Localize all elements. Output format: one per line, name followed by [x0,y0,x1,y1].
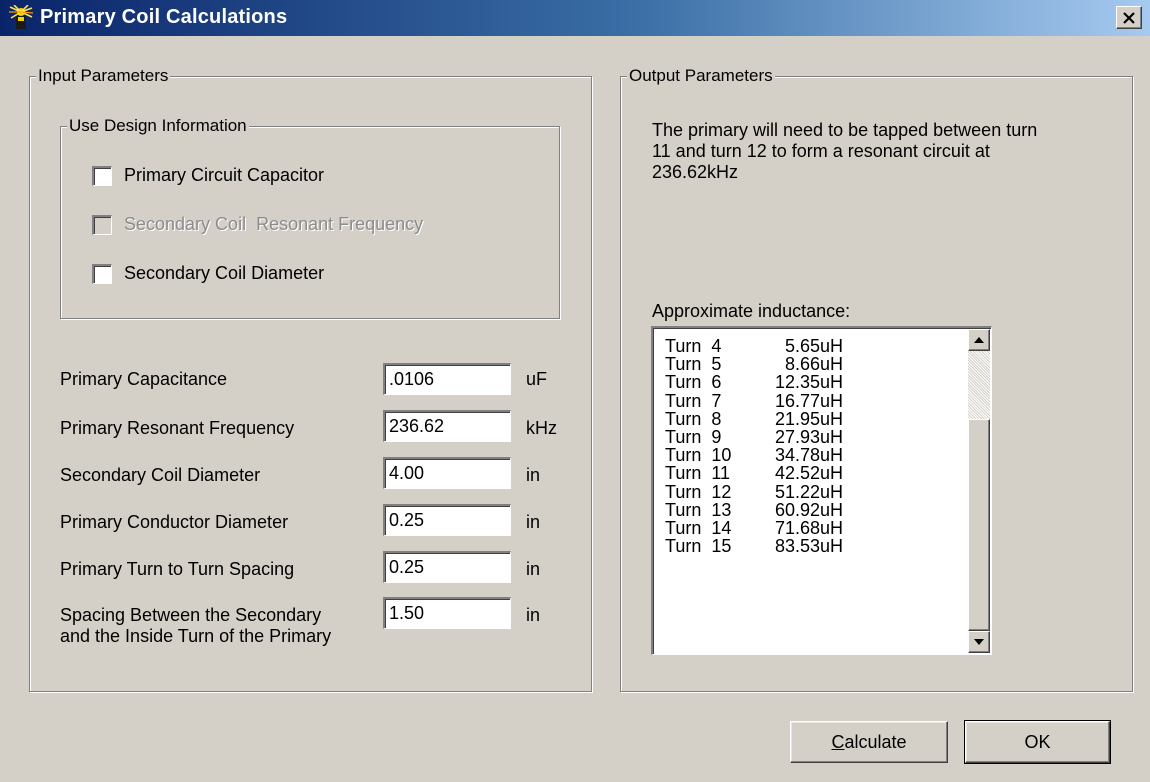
list-item-inductance: 27.93uH [774,426,843,447]
secondary-coil-diameter-label: Secondary Coil Diameter [60,465,261,485]
list-item[interactable]: Turn 4 5.65uH [665,337,843,355]
list-item-turn: Turn 15 [665,536,732,557]
ok-button[interactable]: OK [964,720,1111,764]
list-item-inductance: 34.78uH [774,445,843,466]
list-item[interactable]: Turn 9 27.93uH [665,428,843,446]
ok-label: OK [1024,731,1051,752]
checkbox-label: Secondary Coil Resonant Frequency [124,214,424,234]
primary-conductor-diameter-label: Primary Conductor Diameter [60,512,289,532]
close-button[interactable] [1116,6,1142,29]
scroll-thumb[interactable] [968,419,990,631]
list-item-inductance: 51.22uH [774,481,843,502]
list-item[interactable]: Turn 6 12.35uH [665,373,843,391]
list-item-turn: Turn 6 [665,372,722,393]
scroll-up-arrow-icon [974,337,984,343]
secondary-coil-diameter-input[interactable] [383,457,511,489]
secondary-spacing-label: Spacing Between the Secondary [60,605,322,625]
list-item-turn: Turn 9 [665,426,722,447]
list-item-turn: Turn 13 [665,499,732,520]
list-item-turn: Turn 14 [665,517,732,538]
list-item[interactable]: Turn 10 34.78uH [665,446,843,464]
approximate-inductance-label: Approximate inductance: [652,301,851,321]
list-item-turn: Turn 7 [665,390,722,411]
result-message-line: The primary will need to be tapped betwe… [652,120,1038,140]
list-item-inductance: 5.65uH [784,336,843,356]
list-item-turn: Turn 10 [665,445,732,466]
primary-capacitance-unit: uF [526,369,548,389]
list-item-inductance: 12.35uH [774,372,843,393]
secondary-resonant-frequency-checkbox: Secondary Coil Resonant Frequency [92,214,423,235]
calculate-button[interactable]: Calculate [790,721,948,763]
turn-spacing-input[interactable] [383,551,511,583]
list-item-inductance: 60.92uH [774,499,843,520]
primary-conductor-diameter-unit: in [526,512,541,532]
tesla-coil-app-icon [9,5,34,29]
primary-capacitance-input[interactable] [383,363,511,395]
list-item-inductance: 42.52uH [774,463,843,484]
checkbox-label: Secondary Coil Diameter [124,263,325,283]
output-parameters-title: Output Parameters [627,66,775,86]
primary-conductor-diameter-input[interactable] [383,504,511,536]
list-item[interactable]: Turn 12 51.22uH [665,481,843,502]
list-item[interactable]: Turn 5 8.66uH [665,355,843,373]
turn-spacing-label: Primary Turn to Turn Spacing [60,559,295,579]
inductance-list: Turn 4 5.65uH Turn 5 8.66uH Turn 6 12.35uH Tur… [665,337,843,555]
list-item-turn: Turn 8 [665,408,722,429]
close-icon [1123,11,1135,24]
secondary-spacing-label-line2: and the Inside Turn of the Primary [60,626,332,646]
list-item[interactable]: Turn 13 60.92uH [665,499,843,520]
list-item[interactable]: Turn 15 83.53uH [665,537,843,555]
list-item[interactable]: Turn 11 42.52uH [665,464,843,482]
window-title: Primary Coil Calculations [40,6,288,28]
primary-resonant-frequency-input[interactable] [383,410,511,442]
list-item-inductance: 16.77uH [774,390,843,411]
list-item-inductance: 8.66uH [784,354,843,375]
secondary-spacing-unit: in [526,605,541,625]
calculate-label-rest: alculate [844,731,907,752]
list-item-turn: Turn 11 [665,463,731,484]
list-item-inductance: 71.68uH [774,517,843,538]
secondary-coil-diameter-checkbox[interactable]: Secondary Coil Diameter [92,263,324,284]
secondary-spacing-input[interactable] [383,597,511,629]
scroll-up-button[interactable] [968,329,990,351]
scroll-down-arrow-icon [974,639,984,645]
design-information-title: Use Design Information [67,116,249,136]
turn-spacing-unit: in [526,559,541,579]
result-message: The primary will need to be tapped betwe… [652,120,1122,183]
checkbox-label: Primary Circuit Capacitor [124,165,325,185]
checkbox-box[interactable] [92,165,112,186]
list-item-turn: Turn 4 [665,336,722,356]
list-item-inductance: 83.53uH [774,536,843,557]
list-item-turn: Turn 5 [665,354,722,375]
calculate-hotkey: C [831,731,845,752]
inductance-listbox[interactable]: Turn 4 5.65uH Turn 5 8.66uH Turn 6 12.35uH Tur… [651,326,992,655]
list-item[interactable]: Turn 8 21.95uH [665,410,843,428]
checkbox-box [92,214,112,235]
primary-capacitance-label: Primary Capacitance [60,369,228,389]
list-item[interactable]: Turn 7 16.77uH [665,390,843,411]
scroll-down-button[interactable] [968,631,990,653]
list-item-turn: Turn 12 [665,481,732,502]
title-bar[interactable]: Primary Coil Calculations [0,0,1150,36]
listbox-scrollbar[interactable] [968,329,990,653]
secondary-coil-diameter-unit: in [526,465,541,485]
result-message-line: 236.62kHz [652,162,739,182]
result-message-line: 11 and turn 12 to form a resonant circui… [652,141,990,161]
primary-circuit-capacitor-checkbox[interactable]: Primary Circuit Capacitor [92,165,324,186]
primary-resonant-frequency-unit: kHz [526,418,557,438]
list-item-inductance: 21.95uH [774,408,843,429]
checkbox-box[interactable] [92,263,112,284]
list-item[interactable]: Turn 14 71.68uH [665,519,843,537]
primary-resonant-frequency-label: Primary Resonant Frequency [60,418,295,438]
input-parameters-title: Input Parameters [36,66,171,86]
